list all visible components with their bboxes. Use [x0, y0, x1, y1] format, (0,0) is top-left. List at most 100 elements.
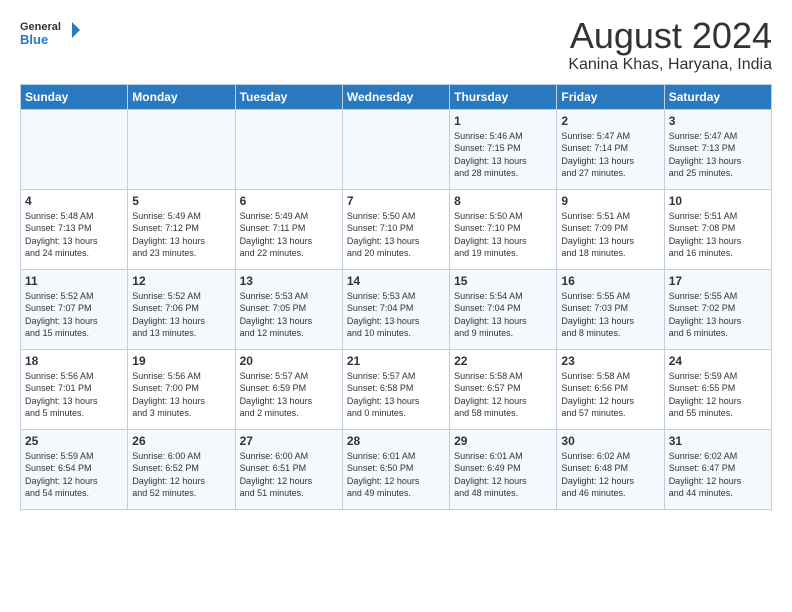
weekday-header-monday: Monday: [128, 84, 235, 109]
day-number: 19: [132, 354, 230, 368]
day-number: 18: [25, 354, 123, 368]
page-header: General Blue August 2024 Kanina Khas, Ha…: [20, 16, 772, 74]
calendar-cell: [235, 109, 342, 189]
day-number: 8: [454, 194, 552, 208]
day-info: Sunrise: 5:48 AM Sunset: 7:13 PM Dayligh…: [25, 210, 123, 260]
calendar-week-row: 1 Sunrise: 5:46 AM Sunset: 7:15 PM Daylig…: [21, 109, 772, 189]
day-info: Sunrise: 5:53 AM Sunset: 7:05 PM Dayligh…: [240, 290, 338, 340]
calendar-cell: [342, 109, 449, 189]
day-number: 5: [132, 194, 230, 208]
day-info: Sunrise: 5:51 AM Sunset: 7:09 PM Dayligh…: [561, 210, 659, 260]
day-number: 29: [454, 434, 552, 448]
calendar-cell: [21, 109, 128, 189]
day-info: Sunrise: 5:59 AM Sunset: 6:54 PM Dayligh…: [25, 450, 123, 500]
day-number: 17: [669, 274, 767, 288]
calendar-cell: 12 Sunrise: 5:52 AM Sunset: 7:06 PM Dayli…: [128, 269, 235, 349]
day-number: 12: [132, 274, 230, 288]
day-number: 20: [240, 354, 338, 368]
calendar-cell: 17Sunrise: 5:55 AM Sunset: 7:02 PM Dayli…: [664, 269, 771, 349]
title-block: August 2024 Kanina Khas, Haryana, India: [568, 16, 772, 74]
day-number: 6: [240, 194, 338, 208]
calendar-cell: 22 Sunrise: 5:58 AM Sunset: 6:57 PM Dayli…: [450, 349, 557, 429]
day-info: Sunrise: 5:59 AM Sunset: 6:55 PM Dayligh…: [669, 370, 767, 420]
day-number: 28: [347, 434, 445, 448]
weekday-header-friday: Friday: [557, 84, 664, 109]
weekday-header-sunday: Sunday: [21, 84, 128, 109]
day-number: 26: [132, 434, 230, 448]
day-number: 4: [25, 194, 123, 208]
month-year-title: August 2024: [568, 16, 772, 56]
day-number: 10: [669, 194, 767, 208]
calendar-cell: 13 Sunrise: 5:53 AM Sunset: 7:05 PM Dayli…: [235, 269, 342, 349]
calendar-cell: 29 Sunrise: 6:01 AM Sunset: 6:49 PM Dayli…: [450, 429, 557, 509]
day-number: 14: [347, 274, 445, 288]
weekday-header-tuesday: Tuesday: [235, 84, 342, 109]
day-info: Sunrise: 5:53 AM Sunset: 7:04 PM Dayligh…: [347, 290, 445, 340]
day-number: 31: [669, 434, 767, 448]
calendar-cell: 1 Sunrise: 5:46 AM Sunset: 7:15 PM Daylig…: [450, 109, 557, 189]
svg-text:Blue: Blue: [20, 32, 48, 47]
day-info: Sunrise: 5:57 AM Sunset: 6:59 PM Dayligh…: [240, 370, 338, 420]
day-info: Sunrise: 5:56 AM Sunset: 7:00 PM Dayligh…: [132, 370, 230, 420]
day-number: 15: [454, 274, 552, 288]
calendar-cell: 8 Sunrise: 5:50 AM Sunset: 7:10 PM Daylig…: [450, 189, 557, 269]
calendar-cell: 15 Sunrise: 5:54 AM Sunset: 7:04 PM Dayli…: [450, 269, 557, 349]
weekday-header-wednesday: Wednesday: [342, 84, 449, 109]
day-info: Sunrise: 5:57 AM Sunset: 6:58 PM Dayligh…: [347, 370, 445, 420]
calendar-cell: 28 Sunrise: 6:01 AM Sunset: 6:50 PM Dayli…: [342, 429, 449, 509]
calendar-cell: 19 Sunrise: 5:56 AM Sunset: 7:00 PM Dayli…: [128, 349, 235, 429]
calendar-cell: 7Sunrise: 5:50 AM Sunset: 7:10 PM Daylig…: [342, 189, 449, 269]
day-info: Sunrise: 5:52 AM Sunset: 7:07 PM Dayligh…: [25, 290, 123, 340]
day-number: 9: [561, 194, 659, 208]
calendar-cell: 2Sunrise: 5:47 AM Sunset: 7:14 PM Daylig…: [557, 109, 664, 189]
calendar-cell: 26Sunrise: 6:00 AM Sunset: 6:52 PM Dayli…: [128, 429, 235, 509]
day-info: Sunrise: 5:49 AM Sunset: 7:11 PM Dayligh…: [240, 210, 338, 260]
day-info: Sunrise: 6:01 AM Sunset: 6:50 PM Dayligh…: [347, 450, 445, 500]
location-subtitle: Kanina Khas, Haryana, India: [568, 56, 772, 74]
day-info: Sunrise: 6:02 AM Sunset: 6:48 PM Dayligh…: [561, 450, 659, 500]
day-info: Sunrise: 5:46 AM Sunset: 7:15 PM Dayligh…: [454, 130, 552, 180]
calendar-cell: 20 Sunrise: 5:57 AM Sunset: 6:59 PM Dayli…: [235, 349, 342, 429]
calendar-cell: 30Sunrise: 6:02 AM Sunset: 6:48 PM Dayli…: [557, 429, 664, 509]
calendar-week-row: 4 Sunrise: 5:48 AM Sunset: 7:13 PM Daylig…: [21, 189, 772, 269]
day-info: Sunrise: 6:00 AM Sunset: 6:51 PM Dayligh…: [240, 450, 338, 500]
day-number: 27: [240, 434, 338, 448]
calendar-cell: 10 Sunrise: 5:51 AM Sunset: 7:08 PM Dayli…: [664, 189, 771, 269]
calendar-cell: 9 Sunrise: 5:51 AM Sunset: 7:09 PM Daylig…: [557, 189, 664, 269]
day-info: Sunrise: 5:58 AM Sunset: 6:57 PM Dayligh…: [454, 370, 552, 420]
calendar-week-row: 11 Sunrise: 5:52 AM Sunset: 7:07 PM Dayli…: [21, 269, 772, 349]
day-info: Sunrise: 5:58 AM Sunset: 6:56 PM Dayligh…: [561, 370, 659, 420]
day-number: 24: [669, 354, 767, 368]
day-number: 23: [561, 354, 659, 368]
calendar-cell: 5 Sunrise: 5:49 AM Sunset: 7:12 PM Daylig…: [128, 189, 235, 269]
calendar-cell: 3 Sunrise: 5:47 AM Sunset: 7:13 PM Daylig…: [664, 109, 771, 189]
day-info: Sunrise: 6:01 AM Sunset: 6:49 PM Dayligh…: [454, 450, 552, 500]
day-number: 7: [347, 194, 445, 208]
calendar-table: SundayMondayTuesdayWednesdayThursdayFrid…: [20, 84, 772, 510]
day-info: Sunrise: 5:49 AM Sunset: 7:12 PM Dayligh…: [132, 210, 230, 260]
day-info: Sunrise: 5:55 AM Sunset: 7:03 PM Dayligh…: [561, 290, 659, 340]
calendar-cell: 24 Sunrise: 5:59 AM Sunset: 6:55 PM Dayli…: [664, 349, 771, 429]
calendar-cell: 25Sunrise: 5:59 AM Sunset: 6:54 PM Dayli…: [21, 429, 128, 509]
day-info: Sunrise: 5:52 AM Sunset: 7:06 PM Dayligh…: [132, 290, 230, 340]
day-number: 3: [669, 114, 767, 128]
weekday-header-row: SundayMondayTuesdayWednesdayThursdayFrid…: [21, 84, 772, 109]
day-number: 21: [347, 354, 445, 368]
calendar-cell: 31Sunrise: 6:02 AM Sunset: 6:47 PM Dayli…: [664, 429, 771, 509]
calendar-week-row: 18Sunrise: 5:56 AM Sunset: 7:01 PM Dayli…: [21, 349, 772, 429]
day-info: Sunrise: 5:51 AM Sunset: 7:08 PM Dayligh…: [669, 210, 767, 260]
day-info: Sunrise: 5:47 AM Sunset: 7:13 PM Dayligh…: [669, 130, 767, 180]
day-number: 11: [25, 274, 123, 288]
day-number: 22: [454, 354, 552, 368]
day-number: 13: [240, 274, 338, 288]
day-info: Sunrise: 5:54 AM Sunset: 7:04 PM Dayligh…: [454, 290, 552, 340]
calendar-cell: 27 Sunrise: 6:00 AM Sunset: 6:51 PM Dayli…: [235, 429, 342, 509]
calendar-cell: 16Sunrise: 5:55 AM Sunset: 7:03 PM Dayli…: [557, 269, 664, 349]
day-number: 2: [561, 114, 659, 128]
day-info: Sunrise: 5:50 AM Sunset: 7:10 PM Dayligh…: [454, 210, 552, 260]
calendar-cell: [128, 109, 235, 189]
calendar-cell: 23 Sunrise: 5:58 AM Sunset: 6:56 PM Dayli…: [557, 349, 664, 429]
calendar-cell: 11 Sunrise: 5:52 AM Sunset: 7:07 PM Dayli…: [21, 269, 128, 349]
calendar-cell: 4 Sunrise: 5:48 AM Sunset: 7:13 PM Daylig…: [21, 189, 128, 269]
day-number: 1: [454, 114, 552, 128]
